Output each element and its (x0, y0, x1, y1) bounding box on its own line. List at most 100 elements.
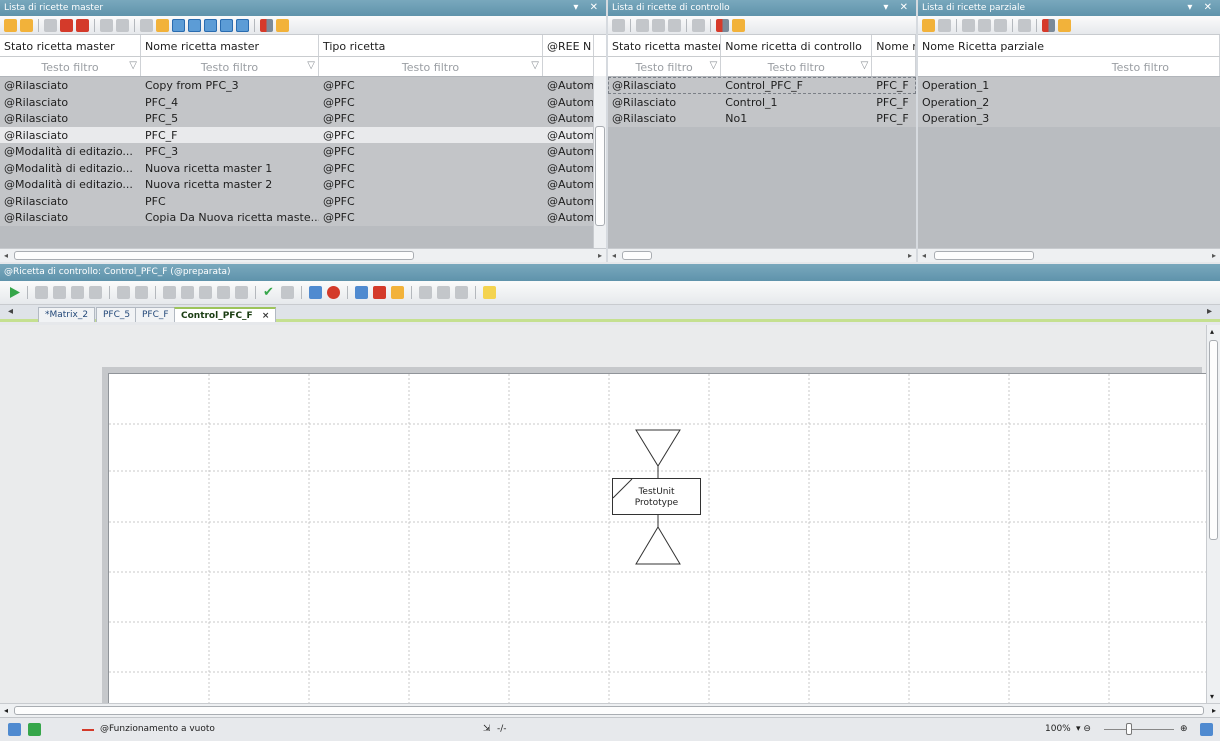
tab-scroll-left-icon[interactable]: ◂ (8, 306, 13, 317)
table-row[interactable]: Operation_1 (918, 77, 1220, 94)
canvas-vertical-scrollbar[interactable]: ▴ ▾ (1206, 325, 1220, 703)
filter-cell[interactable] (543, 57, 594, 76)
zoom-in-icon[interactable]: ⊕ (1180, 724, 1188, 734)
delete-icon[interactable] (76, 18, 89, 32)
view-1-icon[interactable] (172, 18, 185, 32)
funnel-icon[interactable]: ▽ (710, 60, 718, 71)
scroll-up-icon[interactable]: ▴ (1210, 327, 1214, 336)
insert-parallel-icon[interactable] (455, 286, 468, 299)
pause-icon[interactable] (35, 286, 48, 299)
funnel-icon[interactable]: ▽ (129, 60, 137, 71)
tab-close-icon[interactable]: × (262, 311, 270, 321)
filter-cell[interactable]: Testo filtro ▽ (0, 57, 141, 76)
scroll-left-icon[interactable]: ◂ (4, 249, 8, 262)
new-recipe-icon[interactable] (922, 18, 935, 32)
master-horizontal-scrollbar[interactable]: ◂ ▸ (0, 248, 606, 262)
filter-cell[interactable]: Testo filtro ▽ (319, 57, 543, 76)
layout-1-icon[interactable] (163, 286, 176, 299)
insert-icon[interactable] (419, 286, 432, 299)
scroll-right-icon[interactable]: ▸ (1212, 704, 1216, 718)
scroll-left-icon[interactable]: ◂ (612, 249, 616, 262)
tab-control-pfc-f[interactable]: Control_PFC_F × (174, 307, 277, 322)
step-icon[interactable] (53, 286, 66, 299)
hold-icon[interactable] (71, 286, 84, 299)
view-4-icon[interactable] (220, 18, 233, 32)
layout-3-icon[interactable] (199, 286, 212, 299)
columns-icon[interactable] (1042, 18, 1055, 32)
copy-icon[interactable] (60, 18, 73, 32)
thumbs-up-icon[interactable] (28, 723, 41, 736)
filter-cell[interactable]: Testo filtro ▽ (608, 57, 722, 76)
view-options-icon[interactable] (1200, 723, 1213, 736)
column-header[interactable]: Stato ricetta master (0, 35, 141, 56)
abort-icon[interactable] (135, 286, 148, 299)
open-folder-icon[interactable] (938, 18, 951, 32)
unit-procedure-step[interactable]: TestUnit Prototype (612, 478, 701, 515)
link-icon[interactable] (100, 18, 113, 32)
list-icon[interactable] (44, 18, 57, 32)
master-vertical-scrollbar[interactable] (593, 76, 606, 248)
pane-controls-icon[interactable]: ▾ ✕ (1187, 0, 1216, 16)
table-row[interactable]: @Rilasciato PFC_4 @PFC @Autom (0, 94, 606, 111)
filter-cell[interactable]: Testo filtro ▽ (721, 57, 873, 76)
tab-scroll-right-icon[interactable]: ▸ (1207, 306, 1212, 317)
table-row[interactable]: @Modalità di editazio... Nuova ricetta ma… (0, 176, 606, 193)
export-icon[interactable] (732, 18, 745, 32)
tab-pfc-f[interactable]: PFC_F (135, 307, 176, 322)
table-row[interactable]: @Rilasciato Copy from PFC_3 @PFC @Autom (0, 77, 606, 94)
zoom-dropdown-icon[interactable]: ▾ ⊖ (1076, 724, 1091, 734)
column-header[interactable]: Nome r (872, 35, 916, 56)
start-triangle-icon[interactable] (635, 429, 681, 467)
tab-pfc-5[interactable]: PFC_5 (96, 307, 138, 322)
column-header[interactable]: Tipo ricetta (319, 35, 543, 56)
table-row[interactable]: @Modalità di editazio... PFC_3 @PFC @Autom (0, 143, 606, 160)
partial-horizontal-scrollbar[interactable]: ◂ ▸ (918, 248, 1220, 262)
table-row[interactable]: @Rilasciato Control_1 PFC_F (608, 94, 916, 111)
new-recipe-icon[interactable] (4, 18, 17, 32)
open-folder-icon[interactable] (20, 18, 33, 32)
check-icon[interactable]: ✔ (263, 286, 276, 299)
scroll-left-icon[interactable]: ◂ (922, 249, 926, 262)
tab-matrix-2[interactable]: *Matrix_2 (38, 307, 96, 322)
scroll-right-icon[interactable]: ▸ (908, 249, 912, 262)
table-row[interactable]: Operation_2 (918, 94, 1220, 111)
column-header[interactable]: Nome ricetta master (141, 35, 319, 56)
heart-icon[interactable] (327, 286, 340, 299)
search-icon[interactable] (1018, 18, 1031, 32)
table-row-selected[interactable]: @Rilasciato Control_PFC_F PFC_F (608, 77, 916, 94)
zoom-slider-thumb[interactable] (1126, 723, 1132, 735)
scroll-left-icon[interactable]: ◂ (4, 704, 8, 718)
stop-icon[interactable] (117, 286, 130, 299)
pane-controls-icon[interactable]: ▾ ✕ (883, 0, 912, 16)
import-icon[interactable] (156, 18, 169, 32)
open-folder-icon[interactable] (612, 18, 625, 32)
filter-cell[interactable]: Testo filtro (918, 57, 1220, 76)
view-3-icon[interactable] (204, 18, 217, 32)
list-icon[interactable] (636, 18, 649, 32)
table-row[interactable]: @Modalità di editazio... Nuova ricetta ma… (0, 160, 606, 177)
end-triangle-icon[interactable] (635, 526, 681, 565)
monitor-icon[interactable] (355, 286, 368, 299)
column-header[interactable]: Nome Ricetta parziale (918, 35, 1220, 56)
zoom-level[interactable]: 100% (1045, 724, 1071, 734)
funnel-icon[interactable]: ▽ (307, 60, 315, 71)
table-row[interactable]: @Rilasciato Copia Da Nuova ricetta maste.… (0, 209, 606, 226)
copy-icon[interactable] (978, 18, 991, 32)
monitor-icon[interactable] (8, 723, 21, 736)
edit-icon[interactable] (116, 18, 129, 32)
view-2-icon[interactable] (188, 18, 201, 32)
zoom-slider[interactable] (1104, 729, 1174, 730)
delete-icon[interactable] (994, 18, 1007, 32)
users-icon[interactable] (373, 286, 386, 299)
filter-cell[interactable] (872, 57, 916, 76)
filter-cell[interactable]: Testo filtro ▽ (141, 57, 319, 76)
restart-icon[interactable] (89, 286, 102, 299)
table-icon[interactable] (309, 286, 322, 299)
diagram-canvas[interactable]: TestUnit Prototype (0, 325, 1206, 703)
copy-icon[interactable] (652, 18, 665, 32)
control-horizontal-scrollbar[interactable]: ◂ ▸ (608, 248, 916, 262)
hand-icon[interactable] (391, 286, 404, 299)
layout-5-icon[interactable] (235, 286, 248, 299)
view-5-icon[interactable] (236, 18, 249, 32)
layout-2-icon[interactable] (181, 286, 194, 299)
